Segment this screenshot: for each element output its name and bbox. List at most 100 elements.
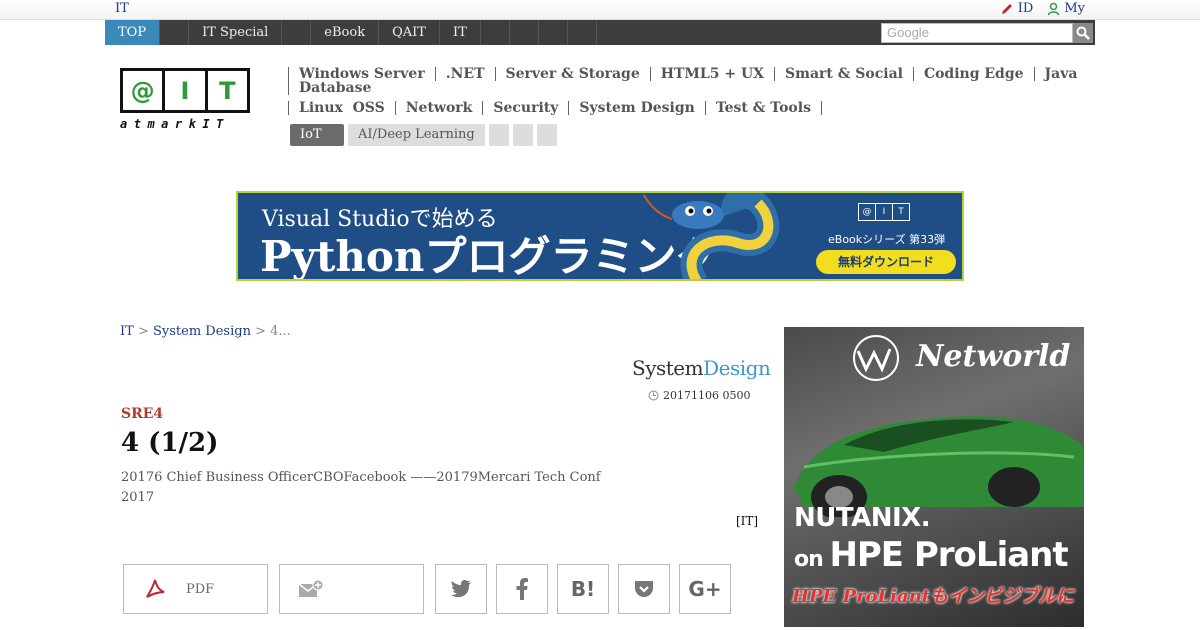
- category-row-1: Windows Server .NET Server & Storage HTM…: [288, 67, 1088, 95]
- breadcrumb-section[interactable]: System Design: [153, 324, 251, 339]
- green-car-image: [794, 416, 1084, 517]
- breadcrumb-current: 4...: [270, 324, 291, 339]
- site-logo[interactable]: @ I T atmarkIT: [120, 68, 250, 132]
- mail-add-icon: [298, 579, 324, 597]
- nav-tab-it[interactable]: IT: [440, 20, 481, 45]
- cat-coding-edge[interactable]: Coding Edge: [912, 67, 1034, 81]
- pill-blank-1[interactable]: [488, 124, 509, 146]
- cat-windows-server[interactable]: Windows Server: [288, 67, 435, 81]
- article-lead: 20176 Chief Business OfficerCBOFacebook …: [121, 470, 601, 505]
- pill-blank-3[interactable]: [536, 124, 557, 146]
- twitter-icon: [451, 580, 471, 598]
- python-snake-icon: [643, 193, 780, 279]
- twitter-button[interactable]: [435, 564, 487, 614]
- ad-brand: Networld: [916, 339, 1071, 374]
- cat-dotnet[interactable]: .NET: [434, 67, 495, 81]
- banner-logo-letter-2: I: [876, 204, 893, 220]
- category-nav: Windows Server .NET Server & Storage HTM…: [288, 67, 1088, 121]
- logo-boxes: @ I T: [120, 68, 250, 113]
- google-plus-icon: G+: [688, 577, 722, 601]
- cat-html5-ux[interactable]: HTML5 + UX: [649, 67, 774, 81]
- ad-nutanix: NUTANIX.: [794, 503, 931, 533]
- id-link[interactable]: ID: [1000, 1, 1034, 16]
- ad-on: on: [794, 547, 830, 572]
- cat-system-design[interactable]: System Design: [568, 100, 704, 115]
- breadcrumb-sep-1: >: [137, 324, 149, 339]
- pdf-button-label: PDF: [186, 581, 215, 597]
- nav-tab-blank-6[interactable]: [568, 20, 597, 45]
- ad-hpe-proliant: on HPE ProLiant: [794, 535, 1069, 575]
- id-link-label: ID: [1017, 1, 1034, 16]
- pill-blank-2[interactable]: [512, 124, 533, 146]
- nav-tab-qait[interactable]: QAIT: [379, 20, 440, 45]
- section-logo[interactable]: SystemDesign: [632, 356, 771, 380]
- banner-logo-letter-1: @: [859, 204, 876, 220]
- nav-tab-blank-3[interactable]: [481, 20, 510, 45]
- ad-hpe-main: HPE ProLiant: [829, 535, 1068, 575]
- pill-iot[interactable]: IoT: [290, 124, 344, 146]
- networld-side-ad[interactable]: Networld NUTANIX. on HPE ProLiant HPE Pr…: [784, 327, 1084, 627]
- facebook-icon: [516, 578, 528, 600]
- category-row-2: Linux OSS Network Security System Design…: [288, 94, 1088, 121]
- hatena-bookmark-button[interactable]: B!: [557, 564, 609, 614]
- util-right-links: ID My: [1000, 1, 1085, 16]
- cat-smart-social[interactable]: Smart & Social: [774, 67, 913, 81]
- logo-letter-at: @: [123, 71, 166, 110]
- ad-tagline: HPE ProLiantもインビジブルに: [792, 586, 1075, 607]
- cat-network[interactable]: Network: [394, 100, 483, 115]
- pill-ai-deep-learning[interactable]: AI/Deep Learning: [348, 124, 485, 146]
- nav-tab-blank-5[interactable]: [539, 20, 568, 45]
- networld-logo-icon: [853, 335, 899, 381]
- facebook-button[interactable]: [496, 564, 548, 614]
- logo-subtitle: atmarkIT: [120, 117, 230, 131]
- pocket-icon: [635, 581, 653, 597]
- pdf-button[interactable]: PDF: [123, 564, 268, 614]
- banner-logo-letter-3: T: [898, 207, 904, 217]
- cat-server-storage[interactable]: Server & Storage: [494, 67, 650, 81]
- banner-series-label: eBookシリーズ 第33弾: [828, 233, 946, 246]
- util-it-link[interactable]: IT: [115, 1, 129, 16]
- banner-download-button[interactable]: 無料ダウンロード: [816, 250, 956, 274]
- user-icon: [1048, 2, 1060, 15]
- nav-tab-blank-2[interactable]: [282, 20, 312, 45]
- cat-test-tools[interactable]: Test & Tools: [704, 100, 821, 115]
- pocket-button[interactable]: [618, 564, 670, 614]
- breadcrumb-home[interactable]: IT: [120, 324, 134, 339]
- article-title: 4 (1/2): [121, 428, 219, 458]
- publish-date: 20171106 0500: [648, 389, 750, 402]
- nav-tab-top[interactable]: TOP: [105, 20, 161, 45]
- cat-linux-oss[interactable]: Linux OSS: [288, 100, 395, 115]
- my-link-label: My: [1064, 1, 1085, 16]
- logo-letter-t: T: [219, 76, 236, 105]
- nav-tab-ebook[interactable]: eBook: [311, 20, 380, 45]
- publish-date-text: 20171106 0500: [663, 389, 751, 402]
- cat-database[interactable]: Database: [288, 81, 381, 95]
- section-logo-part1: System: [632, 356, 704, 380]
- cat-java[interactable]: Java: [1033, 67, 1088, 81]
- main-nav-bar: TOP IT Special eBook QAIT IT Google: [105, 20, 1095, 45]
- nav-tab-blank-4[interactable]: [510, 20, 539, 45]
- cat-divider: [820, 100, 822, 115]
- mail-button[interactable]: [279, 564, 424, 614]
- banner-atit-logo: @ I T: [858, 203, 910, 221]
- pencil-icon: [1001, 3, 1012, 14]
- search-icon: [1076, 26, 1090, 40]
- hatena-bookmark-icon: B!: [570, 577, 596, 601]
- python-ebook-banner[interactable]: Visual Studioで始める Pythonプログラミング @ I T eB…: [236, 191, 964, 281]
- pdf-icon: [146, 579, 165, 598]
- topic-pills: IoT AI/Deep Learning: [290, 124, 557, 146]
- section-logo-part2: Design: [703, 356, 771, 380]
- breadcrumb: IT > System Design > 4...: [120, 324, 291, 339]
- clock-icon: [648, 390, 659, 401]
- nav-tab-blank-1[interactable]: [160, 20, 190, 45]
- nav-tab-it-special[interactable]: IT Special: [189, 20, 283, 45]
- cat-security[interactable]: Security: [482, 100, 568, 115]
- my-link[interactable]: My: [1047, 1, 1085, 16]
- breadcrumb-sep-2: >: [255, 324, 266, 339]
- utility-bar: IT ID My: [0, 0, 1200, 20]
- logo-letter-i: I: [165, 71, 208, 110]
- search-input[interactable]: Google: [881, 23, 1073, 43]
- search-button[interactable]: [1073, 23, 1093, 43]
- google-plus-button[interactable]: G+: [679, 564, 731, 614]
- article-series[interactable]: SRE4: [121, 406, 163, 422]
